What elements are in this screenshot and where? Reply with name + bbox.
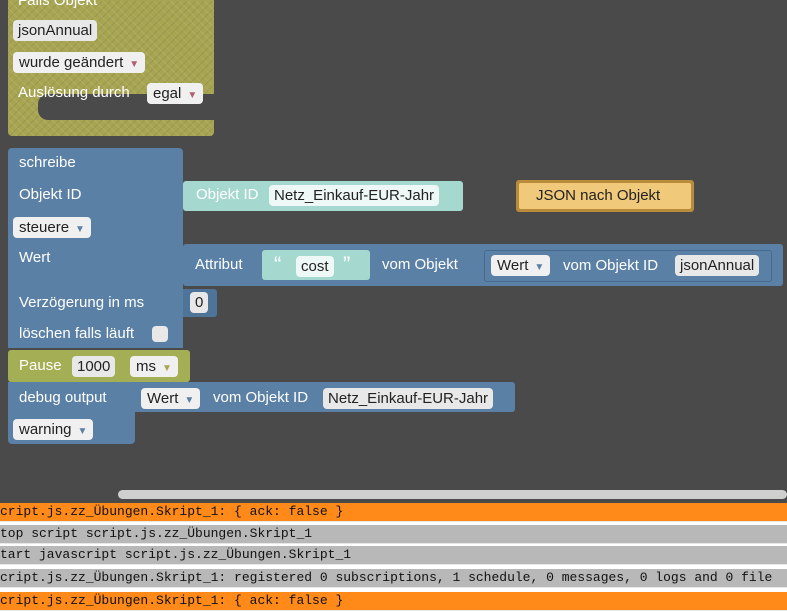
trigger-source-dropdown[interactable]: egal ▼: [147, 83, 204, 104]
clear-running-checkbox[interactable]: [152, 326, 168, 342]
delay-value-field[interactable]: 0: [190, 292, 209, 313]
dropdown-arrow-icon: ▼: [184, 395, 195, 406]
trigger-source-label: Auslösung durch: [18, 84, 130, 101]
debug-object-field[interactable]: Netz_Einkauf-EUR-Jahr: [323, 388, 494, 409]
open-quote-icon: “: [274, 252, 282, 277]
blockly-workspace[interactable]: Falls Objekt jsonAnnual wurde geändert ▼ …: [0, 0, 787, 505]
dropdown-arrow-icon: ▼: [77, 426, 88, 437]
log-line-text: cript.js.zz_Übungen.Skript_1: { ack: fal…: [0, 593, 344, 608]
pause-unit-value: ms: [136, 358, 156, 375]
debug-value-dropdown-value: Wert: [147, 390, 179, 407]
close-quote-icon: ”: [343, 252, 351, 277]
attribute-string-value[interactable]: cost: [296, 256, 334, 277]
log-line: cript.js.zz_Übungen.Skript_1: { ack: fal…: [0, 592, 787, 611]
write-delay-label: Verzögerung in ms: [19, 294, 145, 311]
log-line: cript.js.zz_Übungen.Skript_1: { ack: fal…: [0, 503, 787, 522]
debug-level-dropdown[interactable]: warning ▼: [13, 419, 94, 440]
write-block[interactable]: [8, 148, 183, 348]
debug-from-label: vom Objekt ID: [213, 389, 309, 406]
trigger-object-field[interactable]: jsonAnnual: [13, 20, 98, 41]
log-line-text: tart javascript script.js.zz_Übungen.Skr…: [0, 547, 352, 562]
write-block-title: schreibe: [19, 154, 76, 171]
object-id-block-label: Objekt ID: [196, 186, 259, 203]
debug-value-dropdown[interactable]: Wert ▼: [141, 388, 201, 409]
dropdown-arrow-icon: ▼: [75, 224, 85, 235]
dropdown-arrow-icon: ▼: [162, 363, 172, 374]
pause-unit-dropdown[interactable]: ms ▼: [130, 356, 178, 377]
write-clear-label: löschen falls läuft: [19, 325, 135, 342]
json-block-label: JSON nach Objekt: [536, 187, 661, 204]
trigger-event-value: wurde geändert: [19, 54, 124, 71]
debug-level-value: warning: [19, 421, 72, 438]
write-mode-value: steuere: [19, 219, 70, 236]
dropdown-arrow-icon: ▼: [129, 59, 140, 70]
get-value-dropdown[interactable]: Wert ▼: [491, 255, 551, 276]
log-line: tart javascript script.js.zz_Übungen.Skr…: [0, 546, 787, 565]
log-line-text: cript.js.zz_Übungen.Skript_1: registered…: [0, 570, 773, 585]
log-line-text: top script script.js.zz_Übungen.Skript_1: [0, 526, 313, 541]
get-value-object-field[interactable]: jsonAnnual: [675, 255, 760, 276]
get-value-from-label: vom Objekt ID: [563, 257, 659, 274]
object-id-block-value[interactable]: Netz_Einkauf-EUR-Jahr: [269, 185, 440, 206]
attribute-label: Attribut: [195, 256, 243, 273]
log-line: top script script.js.zz_Übungen.Skript_1: [0, 525, 787, 544]
trigger-source-value: egal: [153, 85, 182, 102]
write-object-id-label: Objekt ID: [19, 186, 82, 203]
trigger-event-dropdown[interactable]: wurde geändert ▼: [13, 52, 146, 73]
pause-label: Pause: [19, 357, 62, 374]
dropdown-arrow-icon: ▼: [187, 90, 198, 101]
log-line: cript.js.zz_Übungen.Skript_1: registered…: [0, 569, 787, 588]
log-line-text: cript.js.zz_Übungen.Skript_1: { ack: fal…: [0, 504, 344, 519]
debug-output-label: debug output: [19, 389, 107, 406]
attribute-from-label: vom Objekt: [382, 256, 458, 273]
trigger-title: Falls Objekt: [18, 0, 98, 9]
write-mode-dropdown[interactable]: steuere ▼: [13, 217, 91, 238]
write-value-label: Wert: [19, 249, 51, 266]
get-value-dropdown-value: Wert: [497, 257, 529, 274]
workspace-horizontal-scrollbar[interactable]: [118, 490, 787, 499]
dropdown-arrow-icon: ▼: [534, 262, 545, 273]
pause-value-field[interactable]: 1000: [72, 356, 116, 377]
log-console: cript.js.zz_Übungen.Skript_1: { ack: fal…: [0, 503, 787, 611]
